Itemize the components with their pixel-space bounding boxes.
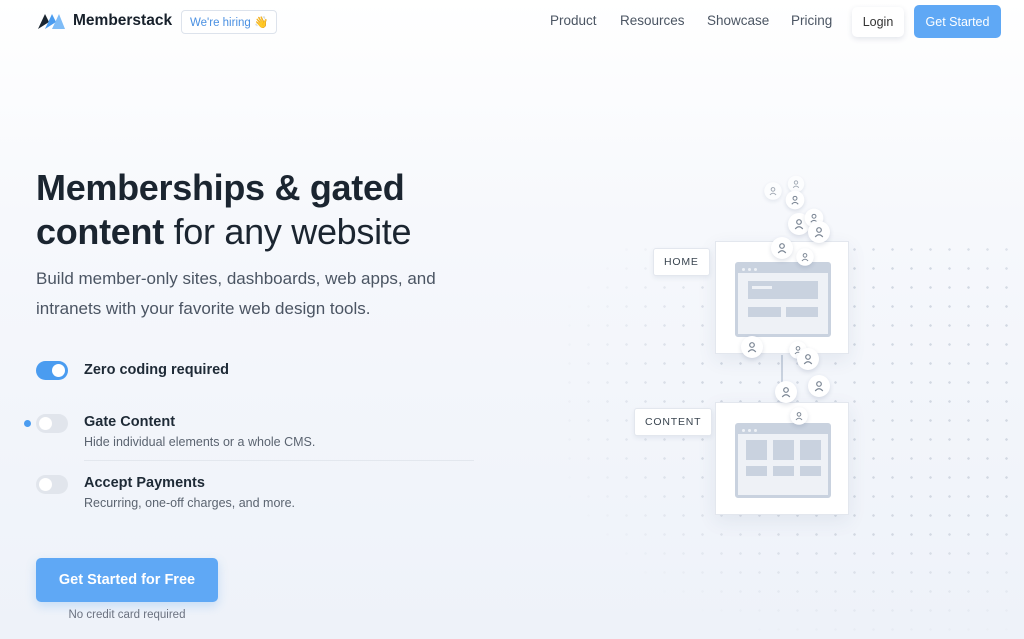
toggle-knob <box>52 364 65 377</box>
feature-toggle-off[interactable] <box>36 475 68 494</box>
nav-link-resources[interactable]: Resources <box>620 13 685 28</box>
user-icon <box>741 336 763 358</box>
browser-window-icon <box>735 423 831 498</box>
nav-link-product[interactable]: Product <box>550 13 597 28</box>
brand-logo[interactable]: Memberstack <box>36 11 172 31</box>
top-nav: Memberstack We're hiring 👋 Product Resou… <box>0 0 1024 44</box>
user-icon <box>775 381 797 403</box>
hero-headline: Memberships & gated content for any webs… <box>36 166 412 254</box>
content-page-card <box>715 402 849 515</box>
content-label: CONTENT <box>634 408 713 436</box>
brand-name: Memberstack <box>73 12 173 29</box>
user-icon <box>797 348 819 370</box>
user-icon <box>808 221 830 243</box>
headline-bold-word: content <box>36 211 164 252</box>
nav-link-pricing[interactable]: Pricing <box>791 13 832 28</box>
feature-divider <box>84 460 474 461</box>
nav-link-showcase[interactable]: Showcase <box>707 13 769 28</box>
user-icon <box>796 248 814 266</box>
toggle-knob <box>39 417 52 430</box>
feature-description: Recurring, one-off charges, and more. <box>84 496 295 510</box>
user-icon <box>790 407 808 425</box>
user-icon <box>764 182 782 200</box>
get-started-button[interactable]: Get Started <box>914 5 1001 38</box>
active-indicator-dot <box>24 420 31 427</box>
hero-subhead: Build member-only sites, dashboards, web… <box>36 269 436 318</box>
toggle-knob <box>39 478 52 491</box>
headline-bold-line-1: Memberships & gated <box>36 167 405 208</box>
feature-title: Accept Payments <box>84 475 205 491</box>
user-icon <box>808 375 830 397</box>
memberstack-logo-icon <box>38 14 65 29</box>
get-started-free-button[interactable]: Get Started for Free <box>36 558 218 602</box>
headline-light-text: for any website <box>163 211 412 252</box>
feature-title: Zero coding required <box>84 362 230 378</box>
feature-toggle-on[interactable] <box>36 361 68 380</box>
user-icon <box>785 190 805 210</box>
no-credit-card-note: No credit card required <box>68 609 186 621</box>
home-label: HOME <box>653 248 710 276</box>
feature-toggle-off[interactable] <box>36 414 68 433</box>
hiring-badge[interactable]: We're hiring 👋 <box>181 10 278 34</box>
user-icon <box>771 237 793 259</box>
feature-description: Hide individual elements or a whole CMS. <box>84 435 316 449</box>
browser-window-icon <box>735 262 831 337</box>
login-button[interactable]: Login <box>852 7 904 37</box>
feature-title: Gate Content <box>84 414 176 430</box>
